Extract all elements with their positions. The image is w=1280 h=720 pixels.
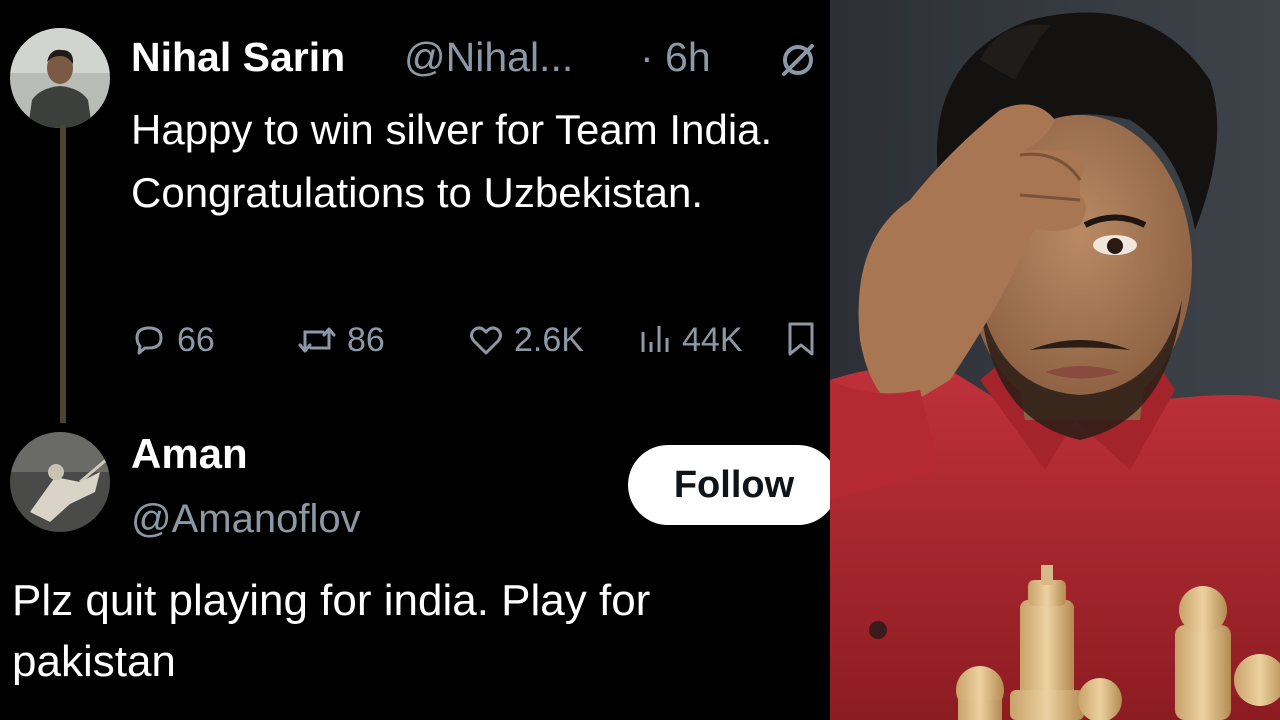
tweet-handle[interactable]: @Nihal... <box>404 34 573 81</box>
repost-button[interactable]: 86 <box>297 318 385 362</box>
tweet-author-name[interactable]: Nihal Sarin <box>131 34 345 81</box>
reply-icon <box>135 326 163 355</box>
reply-text: Plz quit playing for india. Play for pak… <box>12 576 651 686</box>
reply-author-name[interactable]: Aman <box>131 430 248 478</box>
reply-count: 66 <box>177 320 215 359</box>
heart-icon <box>470 326 502 355</box>
tweet-text: Happy to win silver for Team India. Cong… <box>131 106 773 216</box>
reply-button[interactable]: 66 <box>131 318 215 362</box>
views-chart-icon <box>641 326 669 352</box>
player-photo <box>830 0 1280 720</box>
aman-avatar[interactable] <box>10 432 110 532</box>
repost-icon <box>298 327 336 353</box>
views-count: 44K <box>682 320 743 359</box>
bookmark-icon[interactable] <box>786 320 816 360</box>
tweet-timestamp[interactable]: · 6h <box>640 34 711 81</box>
views-button[interactable]: 44K <box>638 318 743 362</box>
tweet-screenshot-panel: Nihal Sarin @Nihal... · 6h Happy to win … <box>0 0 830 720</box>
slashed-circle-icon[interactable] <box>778 40 818 80</box>
like-button[interactable]: 2.6K <box>468 318 584 362</box>
repost-count: 86 <box>347 320 385 359</box>
nihal-avatar[interactable] <box>10 28 110 128</box>
like-count: 2.6K <box>514 320 584 359</box>
follow-button[interactable]: Follow <box>628 445 830 525</box>
thread-connector-line <box>60 125 66 423</box>
reply-handle[interactable]: @Amanoflov <box>131 497 361 542</box>
